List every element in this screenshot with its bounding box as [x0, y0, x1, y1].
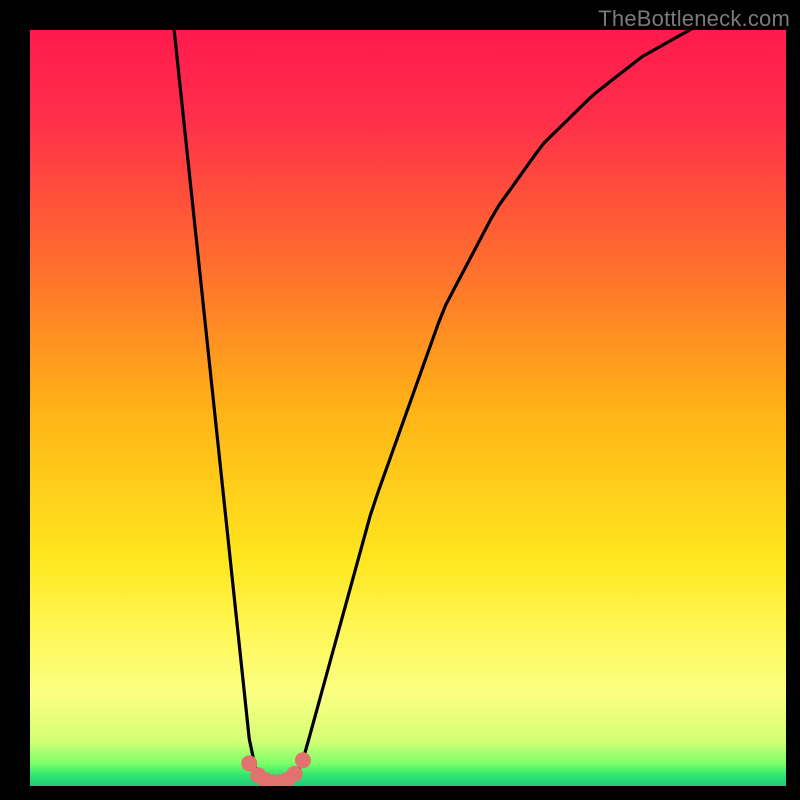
chart-stage: TheBottleneck.com: [0, 0, 800, 800]
bottleneck-plot: [0, 0, 800, 800]
trough-marker: [287, 766, 303, 782]
watermark-text: TheBottleneck.com: [598, 6, 790, 32]
trough-marker: [295, 752, 311, 768]
